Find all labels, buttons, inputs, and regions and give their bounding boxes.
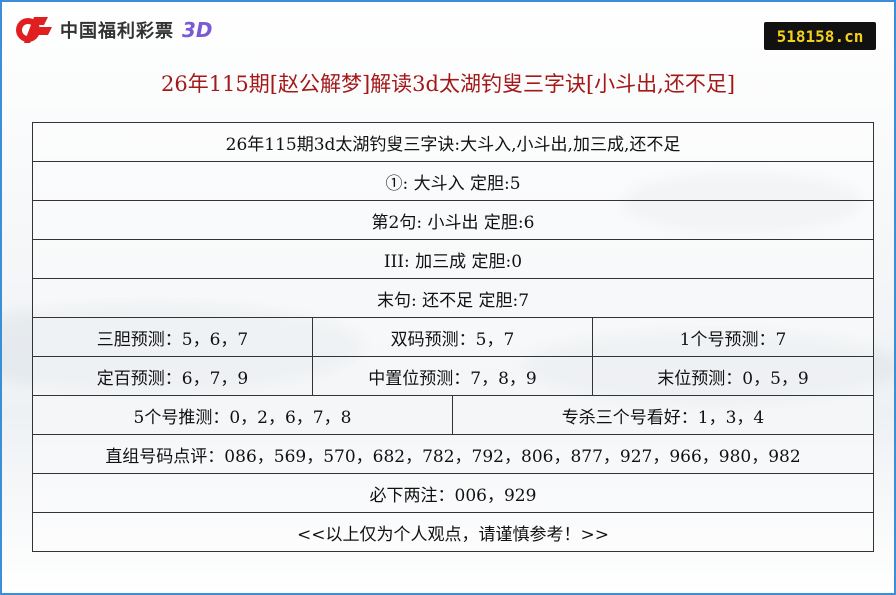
zhongzhi-cell: 中置位预测：7，8，9 <box>312 356 593 396</box>
line1-cell: ①: 大斗入 定胆:5 <box>32 161 874 201</box>
line2-cell: 第2句: 小斗出 定胆:6 <box>32 200 874 240</box>
line4-cell: 末句: 还不足 定胆:7 <box>32 278 874 318</box>
dingbai-cell: 定百预测：6，7，9 <box>32 356 313 396</box>
lottery-logo: 中国福利彩票 3D <box>14 12 213 48</box>
zhuansha-cell: 专杀三个号看好：1，3，4 <box>452 395 874 435</box>
table-row: 三胆预测：5，6，7 双码预测：5，7 1个号预测：7 <box>32 317 874 357</box>
table-row: 末句: 还不足 定胆:7 <box>32 278 874 318</box>
wuge-cell: 5个号推测：0，2，6，7，8 <box>32 395 453 435</box>
table-row: 第2句: 小斗出 定胆:6 <box>32 200 874 240</box>
poem-cell: 26年115期3d太湖钓叟三字诀:大斗入,小斗出,加三成,还不足 <box>32 122 874 162</box>
table-row: III: 加三成 定胆:0 <box>32 239 874 279</box>
welfare-lottery-logo-icon <box>16 17 52 43</box>
page-title: 26年115期[赵公解梦]解读3d太湖钓叟三字诀[小斗出,还不足] <box>160 72 736 96</box>
table-row: 26年115期3d太湖钓叟三字诀:大斗入,小斗出,加三成,还不足 <box>32 122 874 162</box>
table-row: ①: 大斗入 定胆:5 <box>32 161 874 201</box>
logo-3d-text: 3D <box>182 18 213 42</box>
table-row: 必下两注：006，929 <box>32 473 874 513</box>
site-badge[interactable]: 518158.cn <box>764 22 876 50</box>
table-row: 定百预测：6，7，9 中置位预测：7，8，9 末位预测：0，5，9 <box>32 356 874 396</box>
zhizu-cell: 直组号码点评：086，569，570，682，782，792，806，877，9… <box>32 434 874 474</box>
shuangma-cell: 双码预测：5，7 <box>312 317 593 357</box>
line3-cell: III: 加三成 定胆:0 <box>32 239 874 279</box>
sandan-cell: 三胆预测：5，6，7 <box>32 317 313 357</box>
yige-cell: 1个号预测：7 <box>592 317 874 357</box>
table-row: <<以上仅为个人观点，请谨慎参考！>> <box>32 512 874 552</box>
table-row: 5个号推测：0，2，6，7，8 专杀三个号看好：1，3，4 <box>32 395 874 435</box>
mowei-cell: 末位预测：0，5，9 <box>592 356 874 396</box>
page-frame: 中国福利彩票 3D 518158.cn 26年115期[赵公解梦]解读3d太湖钓… <box>0 0 896 595</box>
table-row: 直组号码点评：086，569，570，682，782，792，806，877，9… <box>32 434 874 474</box>
prediction-table: 26年115期3d太湖钓叟三字诀:大斗入,小斗出,加三成,还不足 ①: 大斗入 … <box>32 122 874 552</box>
bixia-cell: 必下两注：006，929 <box>32 473 874 513</box>
logo-text: 中国福利彩票 <box>60 21 174 42</box>
disclaimer-cell: <<以上仅为个人观点，请谨慎参考！>> <box>32 512 874 552</box>
